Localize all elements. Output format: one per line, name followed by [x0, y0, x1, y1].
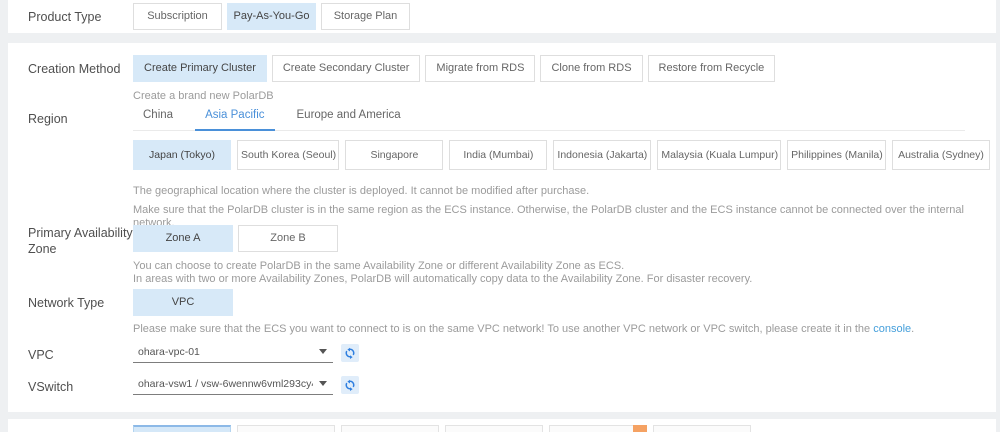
vswitch-label: VSwitch	[28, 380, 74, 394]
network-type-label: Network Type	[28, 296, 105, 310]
option-australia-sydney[interactable]: Australia (Sydney)	[892, 140, 990, 170]
option-japan-tokyo[interactable]: Japan (Tokyo)	[133, 140, 231, 170]
region-row: Region China Asia Pacific Europe and Ame…	[8, 107, 996, 230]
network-type-options: VPC	[133, 289, 996, 316]
creation-method-label: Creation Method	[28, 62, 121, 76]
partial-option-button[interactable]	[653, 425, 751, 432]
partial-option-button[interactable]	[549, 425, 647, 432]
promo-badge	[633, 425, 647, 432]
region-tab-europe-america[interactable]: Europe and America	[287, 107, 411, 130]
product-type-options: Subscription Pay-As-You-Go Storage Plan	[133, 3, 996, 30]
option-storage-plan[interactable]: Storage Plan	[321, 3, 410, 30]
network-type-help-suffix: .	[911, 323, 915, 335]
partial-option-button[interactable]	[445, 425, 543, 432]
option-migrate-from-rds[interactable]: Migrate from RDS	[425, 55, 536, 82]
network-type-row: Network Type VPC Please make sure that t…	[8, 289, 996, 336]
refresh-icon	[344, 379, 356, 391]
vpc-select-value: ohara-vpc-01	[138, 345, 200, 358]
option-subscription[interactable]: Subscription	[133, 3, 222, 30]
next-section-card	[8, 419, 996, 432]
console-link[interactable]: console	[873, 323, 911, 335]
chevron-down-icon	[319, 381, 327, 386]
vswitch-row: VSwitch ohara-vsw1 / vsw-6wennw6vml293cy…	[8, 375, 996, 395]
option-zone-b[interactable]: Zone B	[238, 225, 338, 252]
option-pay-as-you-go[interactable]: Pay-As-You-Go	[227, 3, 316, 30]
option-philippines-manila[interactable]: Philippines (Manila)	[787, 140, 886, 170]
partial-option-button[interactable]	[237, 425, 335, 432]
vpc-select[interactable]: ohara-vpc-01	[133, 343, 333, 363]
option-malaysia-kuala-lumpur[interactable]: Malaysia (Kuala Lumpur)	[657, 140, 782, 170]
region-tab-asia-pacific[interactable]: Asia Pacific	[195, 107, 275, 131]
partial-option-button[interactable]	[341, 425, 439, 432]
creation-method-help: Create a brand new PolarDB	[133, 90, 274, 102]
product-type-label: Product Type	[28, 9, 102, 24]
product-type-card: Product Type Subscription Pay-As-You-Go …	[8, 0, 996, 33]
region-help-1: The geographical location where the clus…	[133, 185, 590, 197]
region-label: Region	[28, 112, 68, 126]
network-type-help: Please make sure that the ECS you want t…	[133, 323, 996, 336]
partial-options-row	[133, 425, 757, 432]
region-tabs: China Asia Pacific Europe and America	[133, 107, 965, 131]
option-zone-a[interactable]: Zone A	[133, 225, 233, 252]
option-indonesia-jakarta[interactable]: Indonesia (Jakarta)	[553, 140, 652, 170]
availability-zone-help-1: You can choose to create PolarDB in the …	[133, 260, 625, 272]
chevron-down-icon	[319, 349, 327, 354]
availability-zone-label: Primary Availability Zone	[28, 226, 133, 256]
creation-method-options: Create Primary Cluster Create Secondary …	[133, 55, 996, 82]
vswitch-select-value: ohara-vsw1 / vsw-6wennw6vml293cy49htjg	[138, 377, 313, 390]
region-tab-china[interactable]: China	[133, 107, 183, 130]
vpc-label: VPC	[28, 348, 54, 362]
availability-zone-options: Zone A Zone B	[133, 225, 996, 252]
vswitch-refresh-button[interactable]	[341, 376, 359, 394]
network-type-help-text: Please make sure that the ECS you want t…	[133, 323, 874, 335]
cluster-form-card: Creation Method Create Primary Cluster C…	[8, 43, 996, 412]
option-create-primary-cluster[interactable]: Create Primary Cluster	[133, 55, 267, 82]
option-create-secondary-cluster[interactable]: Create Secondary Cluster	[271, 55, 421, 82]
availability-zone-row: Primary Availability Zone Zone A Zone B …	[8, 225, 996, 286]
option-india-mumbai[interactable]: India (Mumbai)	[449, 140, 548, 170]
option-clone-from-rds[interactable]: Clone from RDS	[540, 55, 643, 82]
option-restore-from-recycle[interactable]: Restore from Recycle	[647, 55, 776, 82]
vpc-refresh-button[interactable]	[341, 344, 359, 362]
option-singapore[interactable]: Singapore	[345, 140, 444, 170]
vpc-row: VPC ohara-vpc-01	[8, 343, 996, 363]
partial-option-button[interactable]	[133, 425, 231, 432]
availability-zone-help-2: In areas with two or more Availability Z…	[133, 273, 753, 285]
region-options: Japan (Tokyo) South Korea (Seoul) Singap…	[133, 140, 996, 170]
creation-method-row: Creation Method Create Primary Cluster C…	[8, 55, 996, 82]
option-vpc[interactable]: VPC	[133, 289, 233, 316]
refresh-icon	[344, 347, 356, 359]
vswitch-select[interactable]: ohara-vsw1 / vsw-6wennw6vml293cy49htjg	[133, 375, 333, 395]
option-south-korea-seoul[interactable]: South Korea (Seoul)	[237, 140, 340, 170]
